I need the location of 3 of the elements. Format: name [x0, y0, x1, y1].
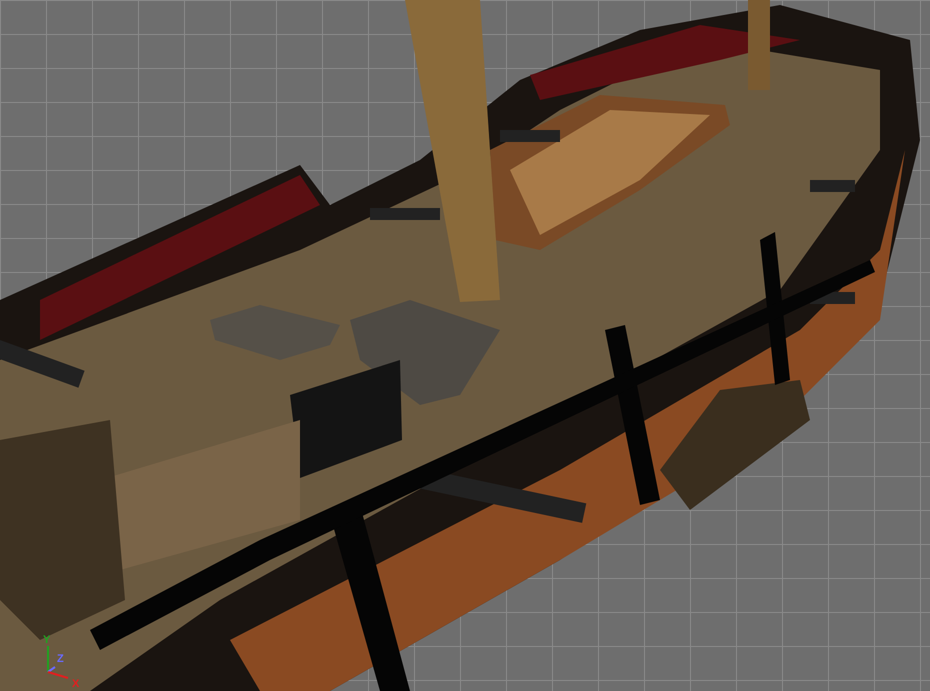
axis-label: X	[72, 678, 80, 690]
axis-label: Y	[43, 634, 50, 646]
axis-label: Z	[57, 653, 64, 665]
